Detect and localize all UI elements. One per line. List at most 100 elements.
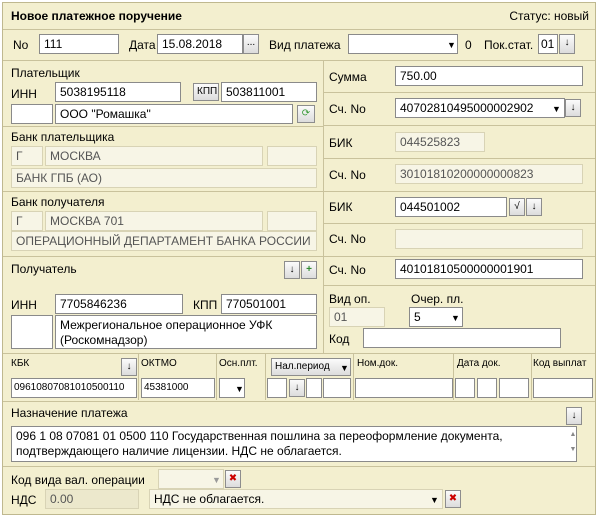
purpose-scrollbar[interactable]: ▲ ▼ [569,427,577,461]
window-title: Новое платежное поручение [11,9,182,23]
recipient-bik-input[interactable]: 044501002 [395,197,507,217]
bik-arrow-button[interactable]: ↓ [526,198,542,216]
pok-stat-arrow-button[interactable]: ↓ [559,34,575,54]
payment-order-window: Новое платежное поручение Статус: новый … [2,2,596,515]
bik-confirm-button[interactable]: √ [509,198,525,216]
nal-period-arrow[interactable]: ↓ [289,379,305,397]
nds-value: 0.00 [45,489,139,509]
datadok-month[interactable] [477,378,497,398]
payer-bank-extra [267,146,317,166]
chevron-down-icon: ▼ [451,313,460,323]
chevron-down-icon: ▼ [430,495,439,505]
payer-bank-city: МОСКВА [45,146,263,166]
clear-icon: ✖ [448,493,458,504]
corr-account-label: Сч. No [329,168,366,182]
val-op-label: Код вида вал. операции [11,473,145,487]
payer-account-select[interactable]: 40702810495000002902 [395,98,565,118]
ocher-label: Очер. пл. [411,292,464,306]
vid-op-label: Вид оп. [329,292,371,306]
recipient-account-prefix[interactable] [11,315,53,349]
refresh-icon[interactable]: ⟳ [297,105,315,123]
kod-input[interactable] [363,328,561,348]
recipient-bank-city: МОСКВА 701 [45,211,263,231]
pay-type-code: 0 [465,38,472,52]
chevron-down-icon: ▼ [212,475,221,485]
recipient-inn-input[interactable]: 7705846236 [55,294,183,314]
kod-label: Код [329,332,350,346]
kbk-label: КБК [11,358,30,369]
nal-period-part3[interactable] [323,378,351,398]
nds-label: НДС [11,493,37,507]
no-input[interactable]: 111 [39,34,119,54]
nal-period-part1[interactable] [267,378,287,398]
pok-stat-label: Пок.стат. [484,38,534,52]
arrow-down-icon: ↓ [570,102,576,113]
nal-period-part2[interactable] [306,378,322,398]
payer-bank-city-type: Г [11,146,43,166]
recipient-inn-label: ИНН [11,298,37,312]
payer-account-prefix[interactable] [11,104,53,124]
sum-label: Сумма [329,70,367,84]
recipient-corr-label: Сч. No [329,232,366,246]
recipient-kpp-label: КПП [193,298,218,312]
recipient-bank-name: ОПЕРАЦИОННЫЙ ДЕПАРТАМЕНТ БАНКА РОССИИ [11,231,317,251]
pok-stat-input[interactable]: 01 [538,34,558,54]
nomdok-input[interactable] [355,378,453,398]
status-text: Статус: новый [509,9,589,23]
purpose-arrow-button[interactable]: ↓ [566,407,582,425]
arrow-down-icon: ↓ [294,382,300,393]
date-picker-button[interactable]: ... [243,34,259,54]
val-op-clear-button[interactable]: ✖ [225,470,241,488]
nal-period-select[interactable]: Нал.период [271,358,351,376]
kodvypl-input[interactable] [533,378,593,398]
kbk-input[interactable]: 09610807081010500110 [11,378,137,398]
window-header: Новое платежное поручение Статус: новый [3,3,595,30]
payer-inn-input[interactable]: 5038195118 [55,82,181,102]
recipient-account-label: Сч. No [329,263,366,277]
kbk-arrow-button[interactable]: ↓ [121,358,137,376]
arrow-down-icon: ↓ [126,361,132,372]
chevron-down-icon: ▼ [235,384,244,394]
recipient-arrow-button[interactable]: ↓ [284,261,300,279]
chevron-down-icon: ▼ [552,104,561,114]
kodvypl-label: Код выплат [533,358,587,369]
datadok-year[interactable] [499,378,529,398]
nds-clear-button[interactable]: ✖ [445,490,461,508]
payer-account-label: Сч. No [329,102,366,116]
sum-input[interactable]: 750.00 [395,66,583,86]
oktmo-label: ОКТМО [141,358,177,369]
nds-select[interactable]: НДС не облагается. [149,489,443,509]
recipient-add-button[interactable]: + [301,261,317,279]
pay-type-select[interactable] [348,34,458,54]
vid-op-value: 01 [329,307,385,327]
recipient-bik-label: БИК [329,200,353,214]
purpose-label: Назначение платежа [11,406,128,420]
nomdok-label: Ном.док. [357,358,398,369]
check-icon: √ [514,201,520,212]
plus-icon: + [306,264,312,275]
recipient-account-input[interactable]: 40101810500000001901 [395,259,583,279]
datadok-label: Дата док. [457,358,501,369]
corr-account-value: 30101810200000000823 [395,164,583,184]
purpose-textarea[interactable]: 096 1 08 07081 01 0500 110 Государственн… [11,426,577,462]
arrow-down-icon: ↓ [564,37,570,48]
payer-kpp-button[interactable]: КПП [193,83,219,101]
oktmo-input[interactable]: 45381000 [141,378,215,398]
date-label: Дата [129,38,156,52]
chevron-down-icon: ▼ [447,40,456,50]
recipient-bank-city-type: Г [11,211,43,231]
payer-kpp-input[interactable]: 503811001 [221,82,317,102]
recipient-corr-value [395,229,583,249]
arrow-down-icon: ↓ [571,410,577,421]
recipient-name-input[interactable]: Межрегиональное операционное УФК (Роском… [55,315,317,349]
arrow-down-icon: ↓ [531,201,537,212]
recipient-label: Получатель [11,262,77,276]
recipient-kpp-input[interactable]: 770501001 [221,294,317,314]
payer-inn-label: ИНН [11,87,37,101]
pay-type-label: Вид платежа [269,38,341,52]
payer-name-input[interactable]: ООО "Ромашка" [55,104,293,124]
recipient-bank-label: Банк получателя [11,195,105,209]
datadok-day[interactable] [455,378,475,398]
date-input[interactable]: 15.08.2018 [157,34,243,54]
payer-account-arrow-button[interactable]: ↓ [565,99,581,117]
